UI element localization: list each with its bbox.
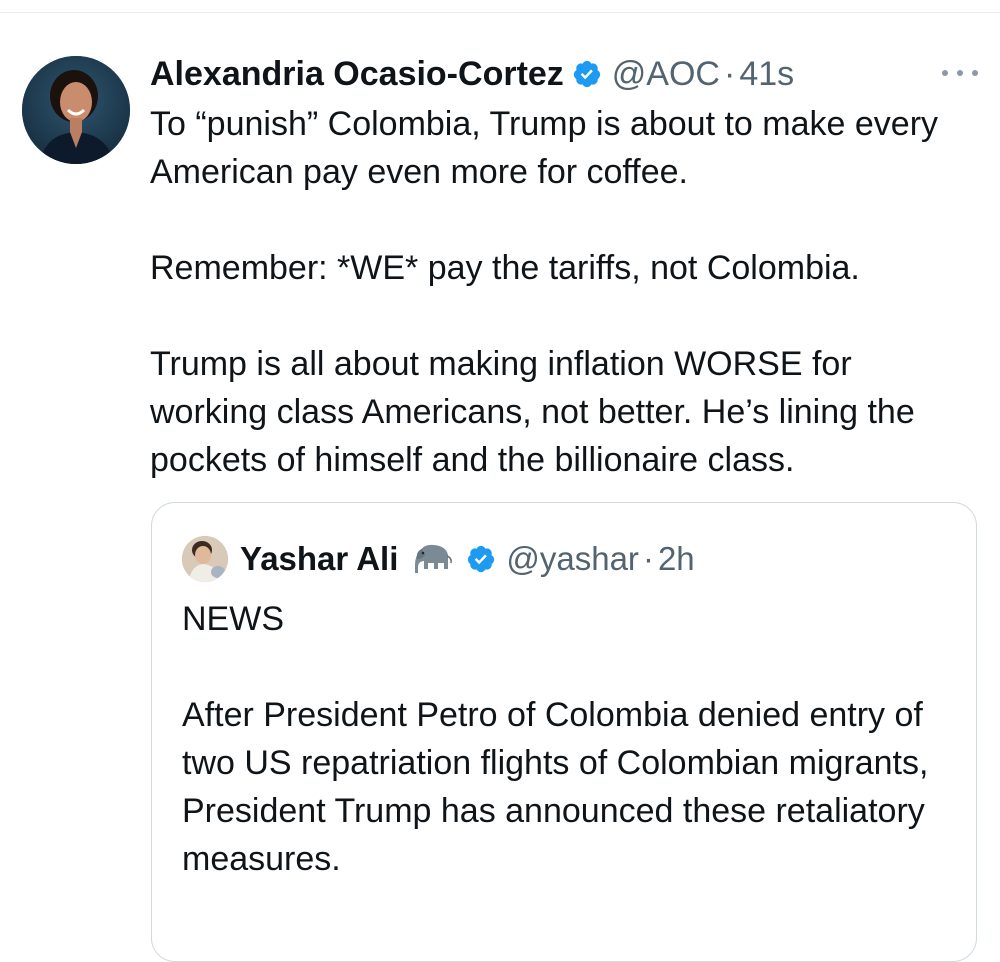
verified-badge-icon <box>466 544 496 574</box>
separator-dot: · <box>724 54 736 93</box>
author-handle[interactable]: @AOC <box>612 55 720 94</box>
top-divider <box>0 12 1000 13</box>
separator-dot: · <box>642 540 654 577</box>
author-avatar[interactable] <box>22 56 130 164</box>
quoted-tweet-timestamp: 2h <box>657 540 695 577</box>
more-dot <box>957 70 963 76</box>
quoted-tweet-body: NEWS After President Petro of Colombia d… <box>182 595 942 883</box>
more-dot <box>942 70 948 76</box>
tweet-header: Alexandria Ocasio-Cortez @AOC · 41s <box>150 52 794 96</box>
quoted-tweet-paragraph: After President Petro of Colombia denied… <box>182 696 929 878</box>
tweet-paragraph: Trump is all about making inflation WORS… <box>150 345 915 479</box>
quoted-tweet-card[interactable]: Yashar Ali @yashar · 2h NEWS After Presi… <box>151 502 977 962</box>
more-dot <box>972 70 978 76</box>
tweet-paragraph: Remember: *WE* pay the tariffs, not Colo… <box>150 249 860 287</box>
quoted-author-handle: @yashar <box>506 540 639 577</box>
quoted-author-avatar <box>182 536 228 582</box>
more-options-icon[interactable] <box>940 60 980 86</box>
quoted-tweet-paragraph: NEWS <box>182 600 284 638</box>
tweet-timestamp[interactable]: 41s <box>739 55 794 94</box>
verified-badge-icon <box>572 59 602 89</box>
quoted-tweet-header: Yashar Ali @yashar · 2h <box>182 536 695 582</box>
author-name[interactable]: Alexandria Ocasio-Cortez <box>150 55 564 94</box>
tweet-paragraph: To “punish” Colombia, Trump is about to … <box>150 105 939 191</box>
quoted-author-name: Yashar Ali <box>240 540 399 577</box>
elephant-icon <box>410 541 454 577</box>
tweet-body: To “punish” Colombia, Trump is about to … <box>150 100 970 484</box>
